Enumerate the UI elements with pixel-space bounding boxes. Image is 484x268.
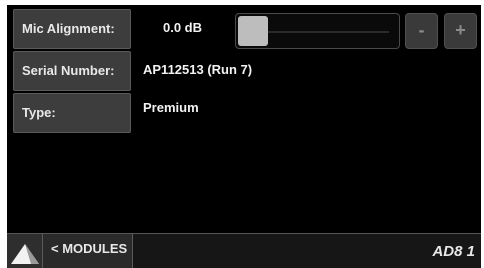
device-id: AD8 1 [432, 243, 475, 260]
mic-alignment-value: 0.0 dB [163, 20, 203, 35]
device-screen: Mic Alignment: 0.0 dB - + Serial Number:… [7, 5, 481, 268]
type-value: Premium [143, 100, 199, 115]
triangle-home-icon [11, 244, 39, 264]
decrement-button[interactable]: - [405, 13, 438, 49]
modules-back-button[interactable]: < MODULES [43, 234, 133, 268]
serial-number-value: AP112513 (Run 7) [143, 62, 253, 77]
serial-number-label: Serial Number: [13, 51, 131, 91]
mic-alignment-label: Mic Alignment: [13, 9, 131, 49]
mic-alignment-slider[interactable] [235, 13, 400, 49]
footer-bar: < MODULES AD8 1 [7, 233, 481, 268]
slider-groove [266, 31, 389, 33]
slider-thumb[interactable] [238, 16, 268, 46]
home-button[interactable] [7, 234, 43, 268]
type-label: Type: [13, 93, 131, 133]
increment-button[interactable]: + [444, 13, 477, 49]
